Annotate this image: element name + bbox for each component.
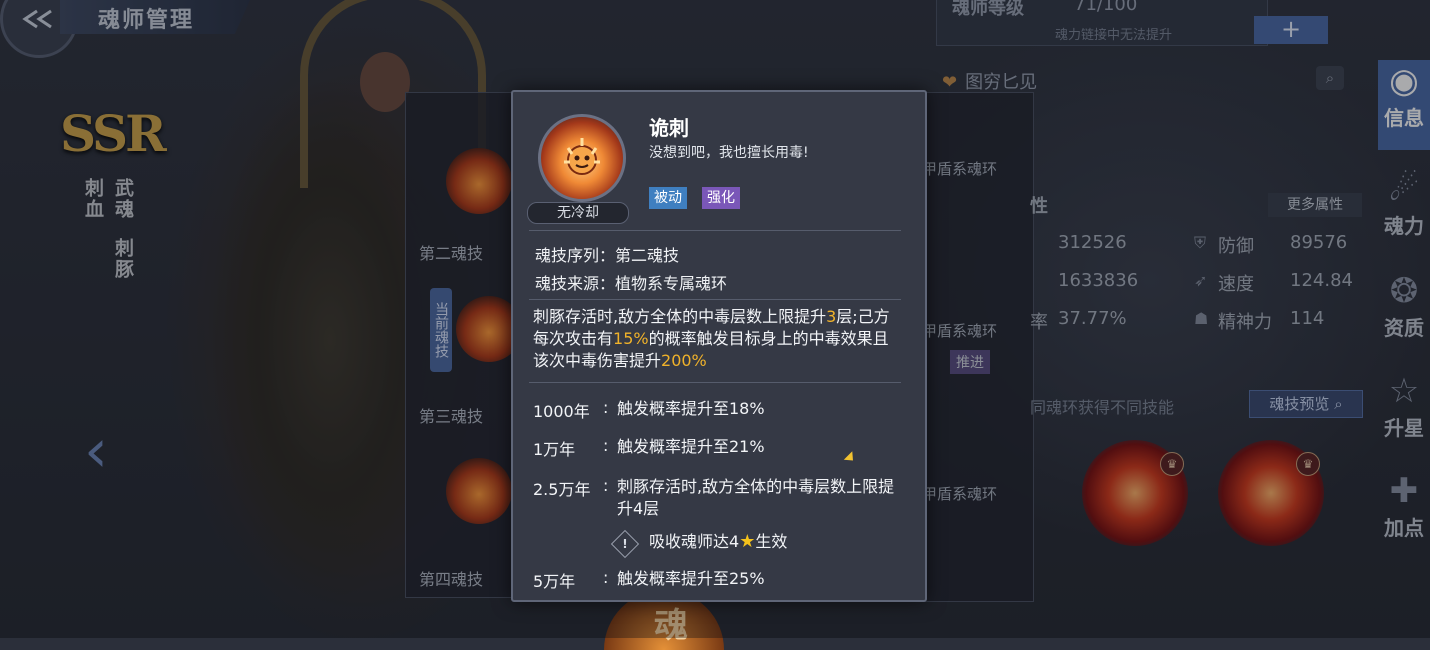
divider [529,230,901,231]
unlock-condition: ! 吸收魂师达4★生效 [610,528,787,559]
skill-source: 魂技来源：植物系专属魂环 [535,274,728,293]
enhance-tag: 强化 [702,187,740,209]
skill-quote: 没想到吧，我也擅长用毒! [649,145,809,161]
warning-icon: ! [610,529,640,559]
skill-order: 魂技序列：第二魂技 [535,246,680,265]
skill-tooltip: 无冷却 诡刺 没想到吧，我也擅长用毒! 被动 强化 魂技序列：第二魂技 魂技来源… [511,90,927,602]
passive-tag: 被动 [649,187,687,209]
skill-name: 诡刺 [649,116,689,140]
star-icon: ★ [739,531,756,552]
cooldown-badge: 无冷却 [527,202,629,224]
skill-icon [538,114,626,202]
skill-description: 刺豚存活时,敌方全体的中毒层数上限提升3层;己方每次攻击有15%的概率触发目标身… [533,307,890,370]
divider [529,299,901,300]
pufferfish-icon [564,138,600,175]
divider [529,382,901,383]
